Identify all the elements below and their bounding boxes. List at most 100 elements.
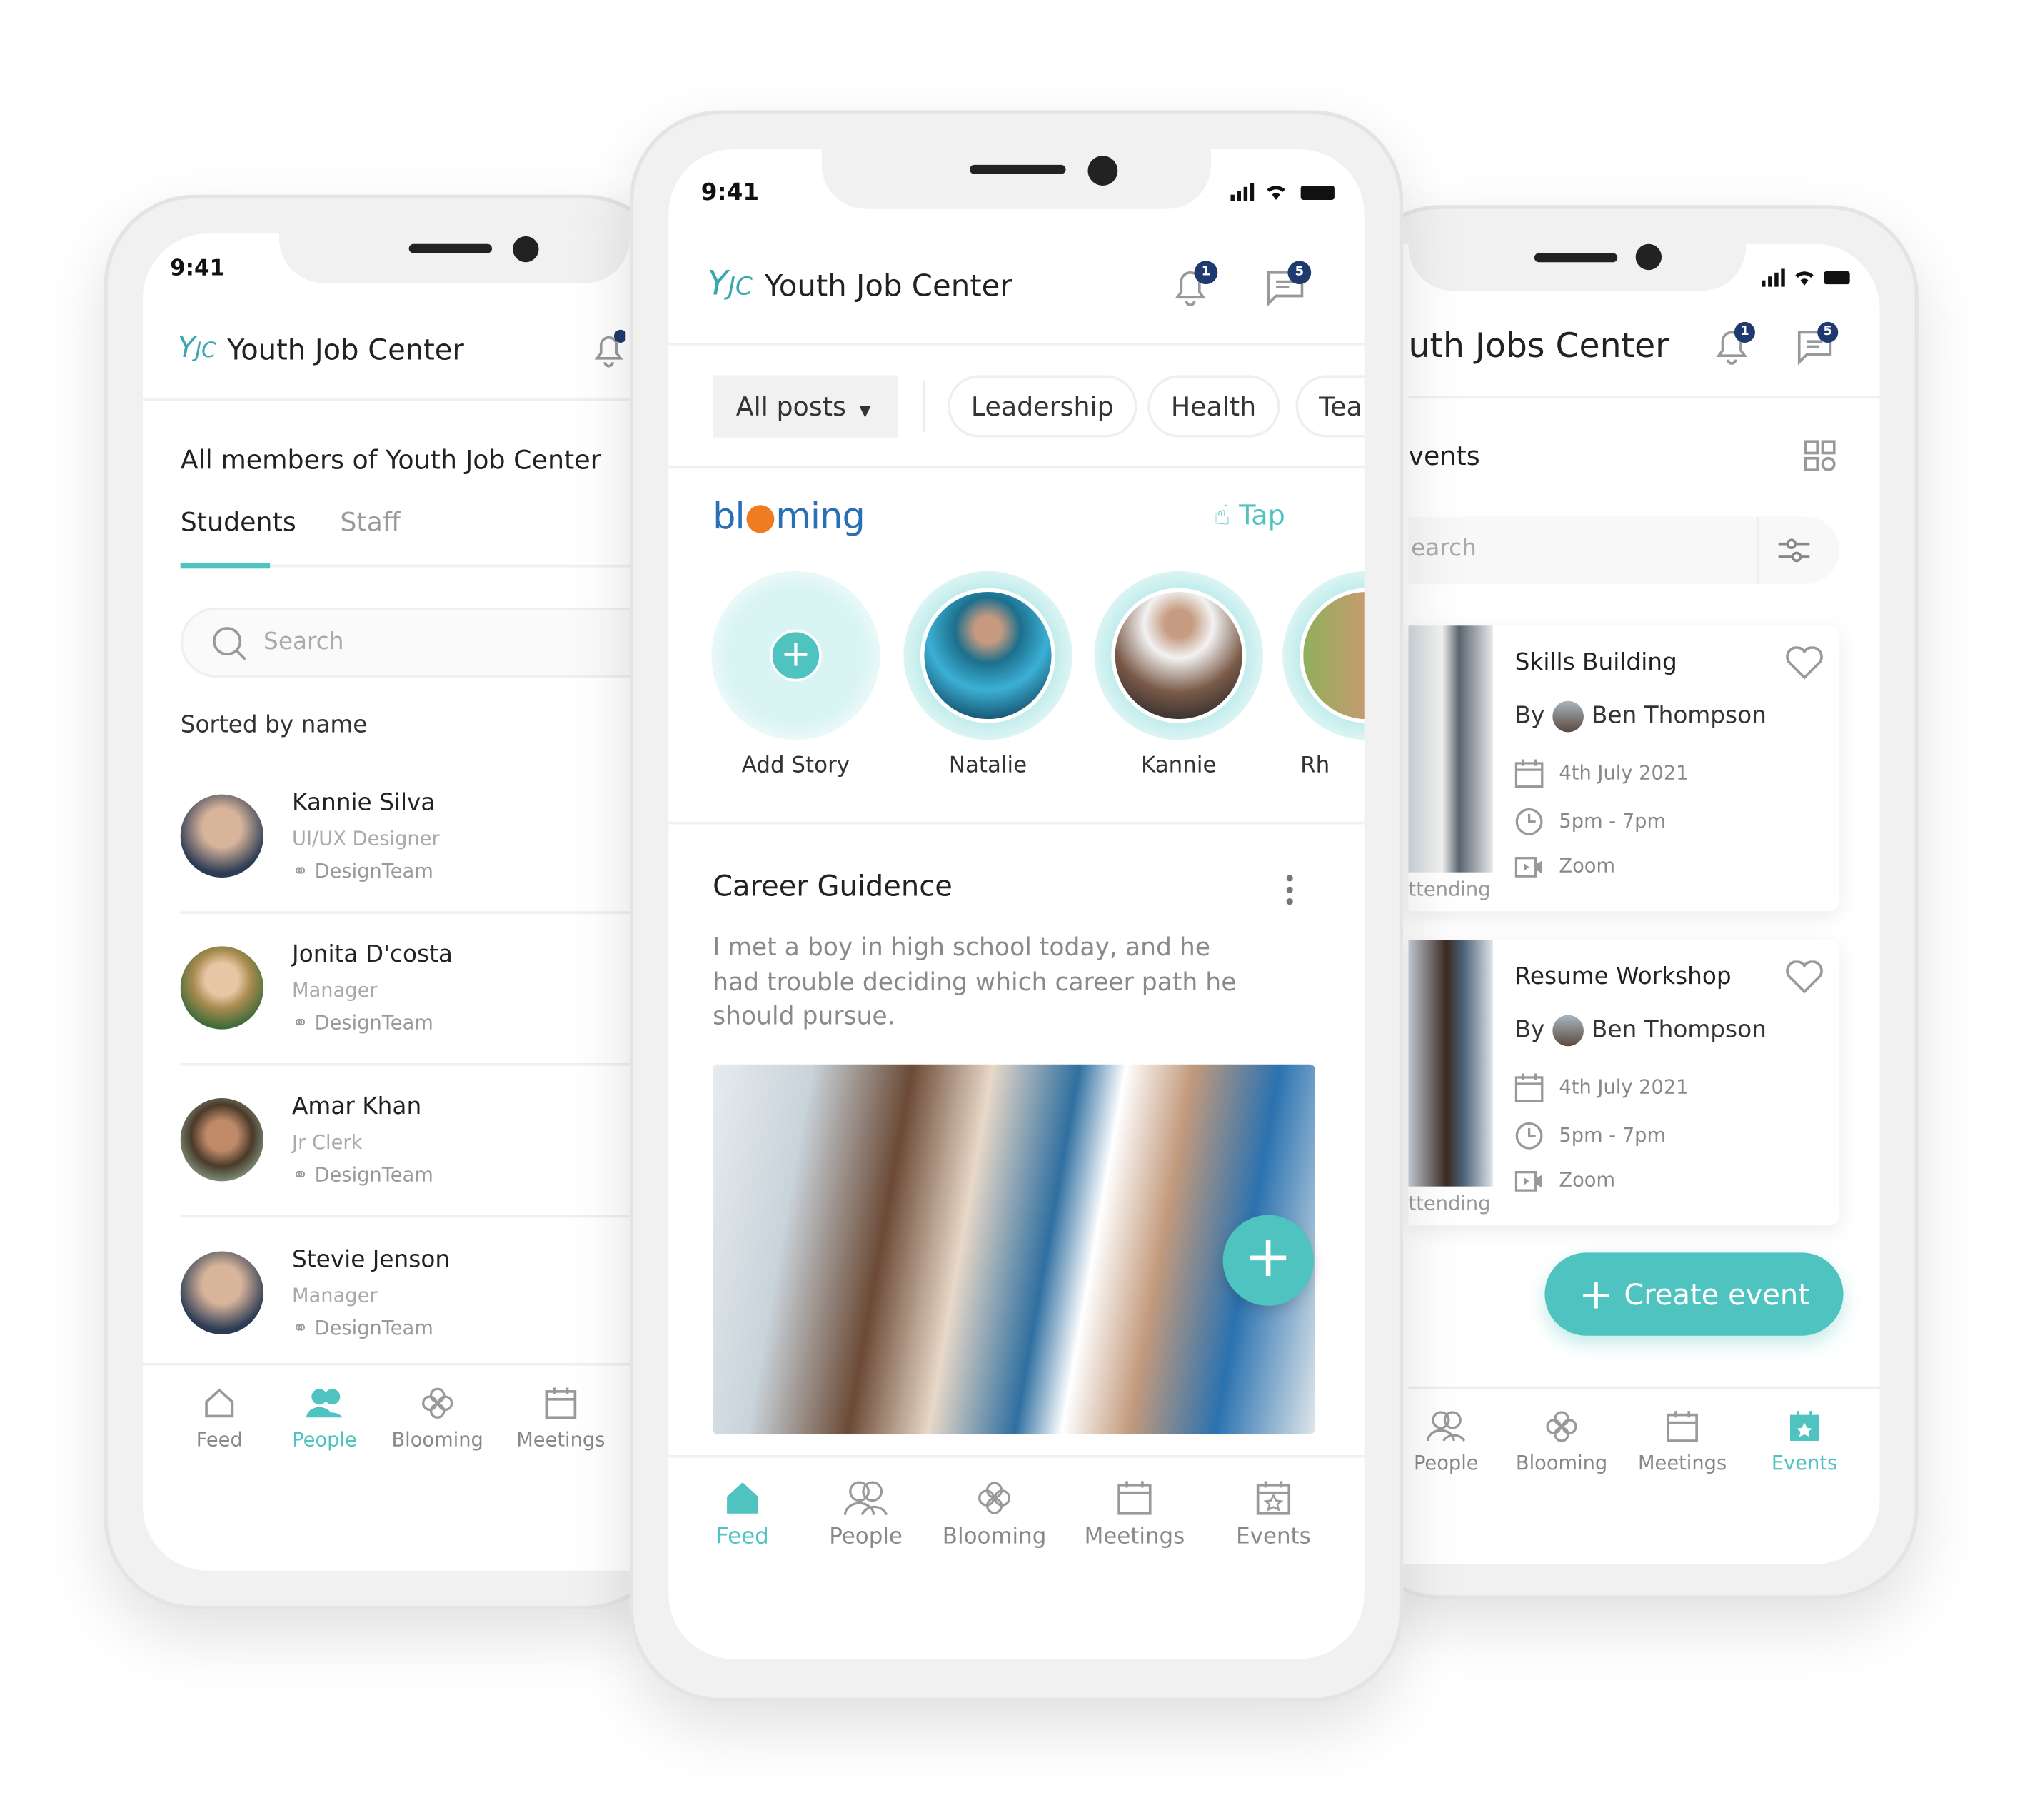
nav-people[interactable]: People <box>266 1387 383 1452</box>
flower-icon <box>422 1387 453 1419</box>
event-time: 5pm - 7pm <box>1515 1122 1666 1150</box>
messages-button[interactable]: 5 <box>1266 261 1312 313</box>
nav-events[interactable]: Events <box>1215 1480 1332 1550</box>
nav-events[interactable]: Events <box>1746 1409 1863 1474</box>
nav-people[interactable]: People <box>808 1480 925 1550</box>
notch <box>1408 243 1747 291</box>
speaker <box>408 243 493 253</box>
event-location: Zoom <box>1514 1168 1615 1192</box>
status-icons <box>1230 183 1335 201</box>
event-date: 4th July 2021 <box>1514 759 1689 788</box>
avatar <box>180 794 264 878</box>
grid-view-icon[interactable] <box>1804 440 1836 471</box>
row-divider <box>180 1062 700 1066</box>
nav-divider <box>142 1362 701 1366</box>
more-options-icon[interactable] <box>1286 871 1297 905</box>
notification-badge: 1 <box>1734 321 1755 343</box>
create-event-button[interactable]: + Create event <box>1544 1252 1844 1336</box>
story-image <box>1111 588 1247 723</box>
event-title: Skills Building <box>1514 649 1677 677</box>
yjc-logo: YJC <box>178 332 216 365</box>
member-role: Manager <box>292 1284 378 1307</box>
app-title: Youth Job Center <box>227 335 464 368</box>
sort-label: Sorted by name <box>180 711 368 739</box>
notification-badge: 1 <box>1194 261 1218 285</box>
story-item[interactable]: Rh <box>1282 570 1365 792</box>
event-card[interactable]: ttending Resume Workshop By Ben Thompson … <box>1408 940 1840 1226</box>
yjc-logo: YJC <box>707 264 753 304</box>
filter-icon[interactable] <box>1776 535 1812 566</box>
plus-icon: + <box>1244 1224 1292 1291</box>
calendar-icon <box>1514 1073 1544 1102</box>
post-title: Career Guidence <box>713 870 953 904</box>
avatar <box>180 946 264 1030</box>
add-post-button[interactable]: + <box>1222 1215 1314 1306</box>
tap-hand-icon: ☝ <box>1213 499 1231 531</box>
attending-label: ttending <box>1408 877 1491 901</box>
left-phone: 9:41 YJC Youth Job Center All members of… <box>104 194 701 1610</box>
message-badge: 5 <box>1287 261 1312 285</box>
search-placeholder: Search <box>263 628 344 656</box>
event-image <box>1408 625 1493 873</box>
tab-staff[interactable]: Staff <box>340 506 401 538</box>
chip-tea[interactable]: Tea <box>1295 375 1365 438</box>
nav-blooming[interactable]: Blooming <box>379 1387 496 1452</box>
heart-icon[interactable] <box>1785 960 1824 994</box>
bell-icon[interactable] <box>592 329 626 369</box>
nav-meetings[interactable]: Meetings <box>1076 1480 1193 1550</box>
heart-icon[interactable] <box>1785 646 1824 680</box>
filter-separator <box>923 380 926 433</box>
member-name: Stevie Jenson <box>292 1246 451 1274</box>
notch <box>278 233 630 283</box>
home-icon <box>205 1388 234 1418</box>
tab-students[interactable]: Students <box>181 506 296 538</box>
member-team: ⚭ DesignTeam <box>292 859 433 883</box>
event-title: Resume Workshop <box>1514 962 1732 991</box>
chip-leadership[interactable]: Leadership <box>948 375 1137 438</box>
status-time: 9:41 <box>170 256 226 282</box>
plus-icon: + <box>1579 1270 1614 1319</box>
chip-health[interactable]: Health <box>1147 375 1280 438</box>
events-search-input[interactable]: earch <box>1408 516 1840 585</box>
event-card[interactable]: ttending Skills Building By Ben Thompson … <box>1408 625 1840 912</box>
people-icon <box>843 1481 888 1516</box>
add-story-button[interactable]: + <box>770 629 822 682</box>
calendar-icon <box>1514 759 1544 788</box>
signal-icon <box>1762 268 1850 287</box>
team-icon: ⚭ <box>292 1316 315 1340</box>
tap-button[interactable]: ☝ Tap <box>1214 500 1285 531</box>
nav-blooming[interactable]: Blooming <box>1503 1409 1620 1474</box>
nav-meetings[interactable]: Meetings <box>503 1387 620 1452</box>
story-item[interactable]: Natalie <box>903 570 1072 792</box>
home-icon <box>727 1482 758 1514</box>
all-posts-dropdown[interactable]: All posts ▼ <box>713 375 899 438</box>
messages-button[interactable]: 5 <box>1797 321 1839 371</box>
event-host: By Ben Thompson <box>1515 1015 1767 1047</box>
people-icon <box>306 1389 343 1418</box>
left-phone-screen: 9:41 YJC Youth Job Center All members of… <box>142 233 701 1571</box>
nav-feed[interactable]: Feed <box>161 1387 278 1452</box>
team-icon: ⚭ <box>292 1162 315 1187</box>
story-image <box>920 588 1056 723</box>
flower-icon <box>1546 1411 1577 1442</box>
video-icon <box>1514 1170 1542 1191</box>
event-time: 5pm - 7pm <box>1515 808 1666 836</box>
nav-meetings[interactable]: Meetings <box>1624 1409 1741 1474</box>
notifications-button[interactable]: 1 <box>1714 321 1755 371</box>
event-star-icon <box>1256 1481 1291 1515</box>
add-story[interactable]: + Add Story <box>711 570 880 792</box>
notifications-button[interactable]: 1 <box>1172 261 1218 313</box>
member-team: ⚭ DesignTeam <box>292 1162 433 1187</box>
calendar-icon <box>1667 1411 1698 1442</box>
search-divider <box>1756 516 1759 585</box>
search-input[interactable]: Search <box>180 607 700 678</box>
nav-feed[interactable]: Feed <box>684 1480 801 1550</box>
flower-icon <box>978 1482 1011 1514</box>
camera <box>1635 243 1662 271</box>
search-icon <box>213 627 246 660</box>
tab-underline <box>180 563 271 569</box>
speaker <box>970 164 1066 174</box>
member-name: Jonita D'costa <box>292 941 453 969</box>
nav-blooming[interactable]: Blooming <box>936 1480 1053 1550</box>
nav-people[interactable]: People <box>1387 1409 1504 1474</box>
